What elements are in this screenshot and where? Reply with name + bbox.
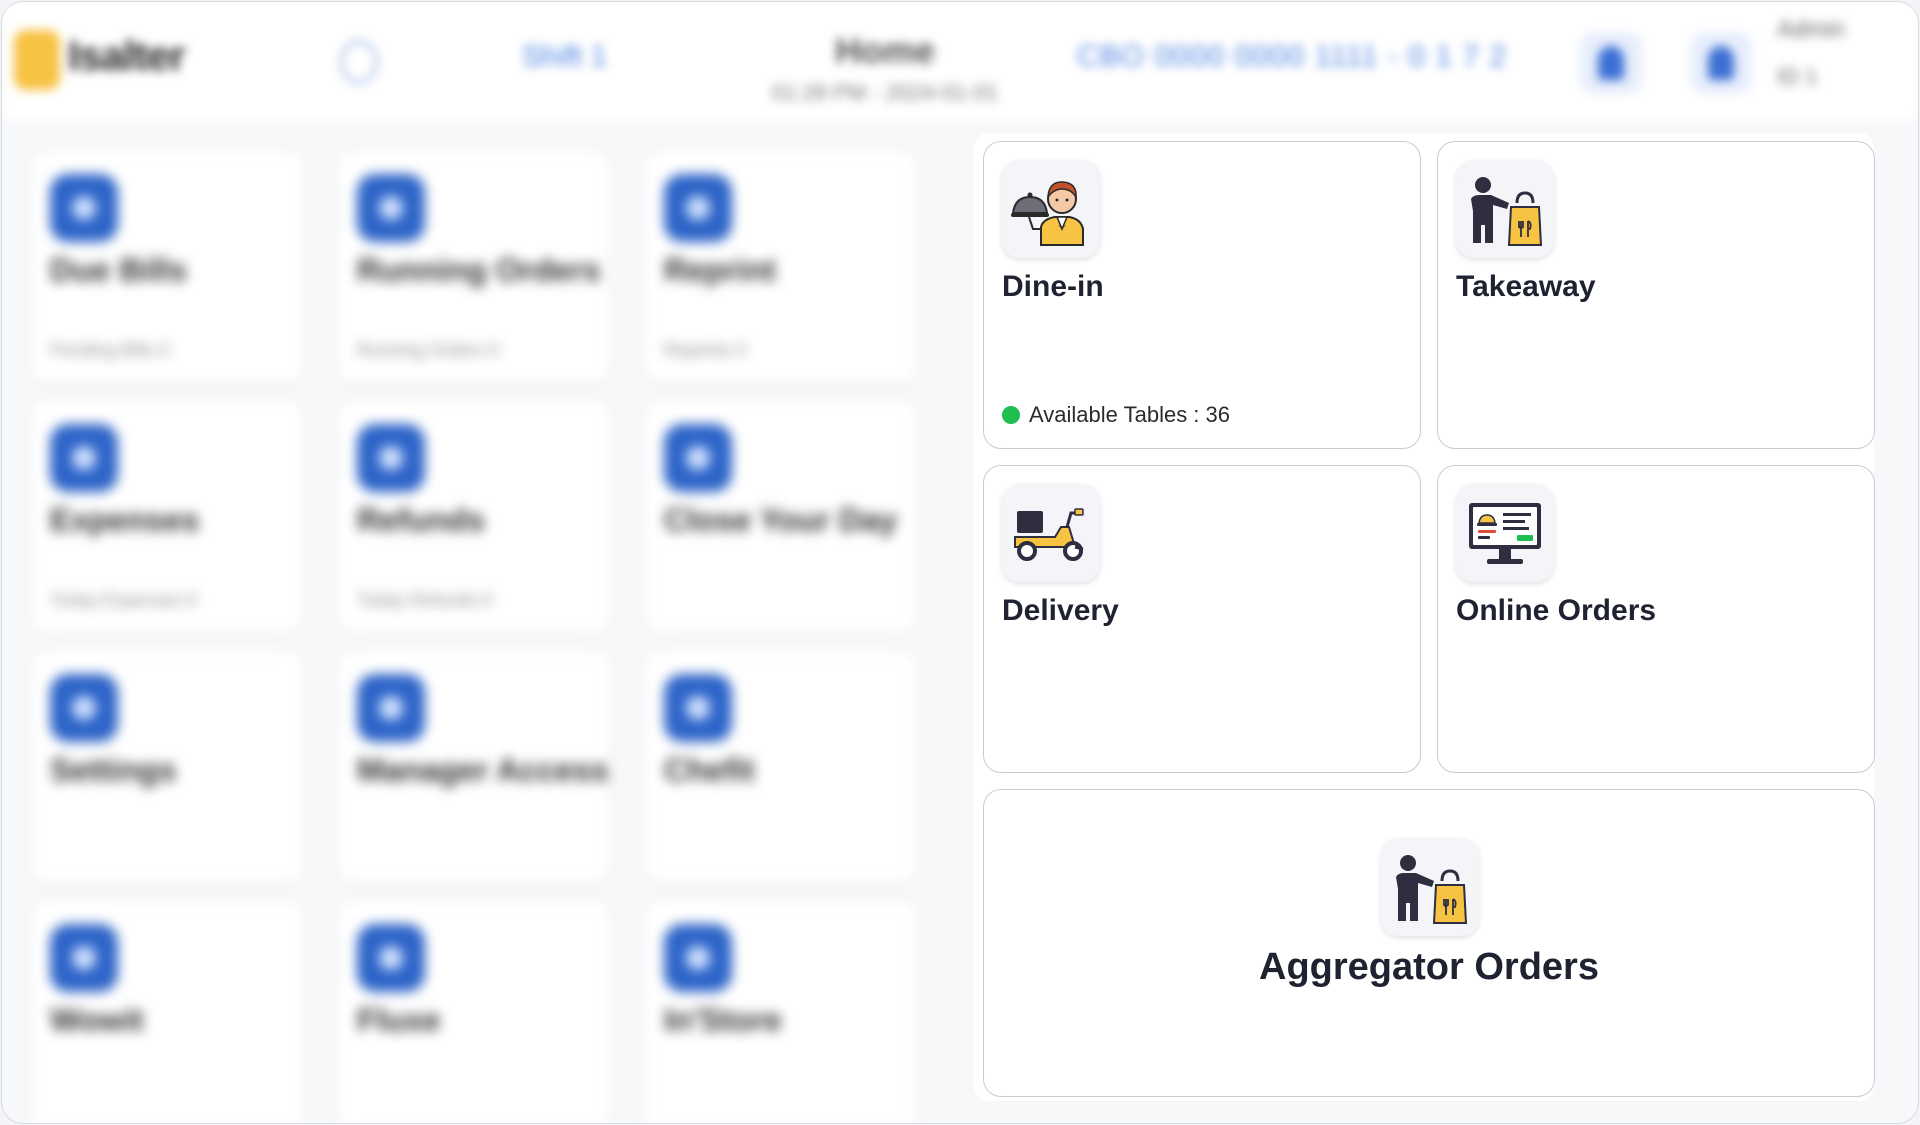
delivery-card[interactable]: Delivery — [983, 465, 1421, 773]
available-tables-status: Available Tables : 36 — [1002, 402, 1230, 428]
wallet-icon — [50, 424, 118, 492]
tile-running-orders[interactable]: Running Orders Running Orders 0 — [339, 152, 609, 382]
edit-button[interactable] — [1690, 32, 1752, 94]
takeaway-label: Takeaway — [1456, 270, 1596, 303]
status-dot-icon — [1002, 406, 1020, 424]
tile-manager-access[interactable]: Manager Access — [339, 652, 609, 882]
tile-due-bills[interactable]: Due Bills Pending Bills 0 — [32, 152, 302, 382]
tile-sub: Today Refunds 0 — [357, 590, 493, 610]
dashboard-grid: Due Bills Pending Bills 0 Running Orders… — [32, 152, 932, 1123]
user-role: ID 1 — [1777, 64, 1818, 89]
aggregator-orders-card[interactable]: Aggregator Orders — [983, 789, 1875, 1097]
online-orders-monitor-icon — [1456, 484, 1554, 582]
tile-label: Due Bills — [50, 252, 187, 288]
delivery-scooter-icon — [1002, 484, 1100, 582]
tile-refunds[interactable]: Refunds Today Refunds 0 — [339, 402, 609, 632]
waiter-icon — [1002, 160, 1100, 258]
order-type-panel: Dine-in Available Tables : 36 Takeaway D… — [974, 133, 1875, 1101]
online-orders-label: Online Orders — [1456, 594, 1657, 627]
takeaway-bag-icon — [1456, 160, 1554, 258]
tile-label: Manager Access — [357, 752, 609, 788]
orders-icon — [357, 174, 425, 242]
store-icon — [664, 924, 732, 992]
available-tables-text: Available Tables : 36 — [1029, 402, 1230, 427]
tile-settings[interactable]: Settings — [32, 652, 302, 882]
tile-label: Settings — [50, 752, 177, 788]
tile-reprint[interactable]: Reprint Reprints 0 — [646, 152, 916, 382]
datetime-text: 01:28 PM - 2024-01-01 — [771, 80, 999, 105]
tile-label: Wowit — [50, 1002, 144, 1038]
tile-fluxe[interactable]: Fluxe — [339, 902, 609, 1123]
tile-chefit[interactable]: Chefit — [646, 652, 916, 882]
tile-label: Refunds — [357, 502, 485, 538]
bill-icon — [50, 174, 118, 242]
app-icon — [357, 924, 425, 992]
tile-label: Running Orders — [357, 252, 601, 288]
calendar-icon — [664, 424, 732, 492]
tile-sub: Today Expenses 0 — [50, 590, 198, 610]
phone-icon — [50, 924, 118, 992]
user-name[interactable]: Admin — [1777, 16, 1845, 44]
delivery-label: Delivery — [1002, 594, 1119, 627]
takeaway-bag-icon — [1381, 838, 1479, 936]
notification-button[interactable] — [1580, 32, 1642, 94]
tile-sub: Reprints 0 — [664, 340, 747, 360]
tile-close-day[interactable]: Close Your Day — [646, 402, 916, 632]
dine-in-card[interactable]: Dine-in Available Tables : 36 — [983, 141, 1421, 449]
pen-icon — [1708, 46, 1734, 80]
printer-icon — [664, 174, 732, 242]
tile-label: Expenses — [50, 502, 200, 538]
bell-icon — [1598, 46, 1624, 80]
refund-icon — [357, 424, 425, 492]
takeaway-card[interactable]: Takeaway — [1437, 141, 1875, 449]
aggregator-orders-label: Aggregator Orders — [1259, 946, 1599, 988]
tile-sub: Running Orders 0 — [357, 340, 500, 360]
tile-expenses[interactable]: Expenses Today Expenses 0 — [32, 402, 302, 632]
tile-sub: Pending Bills 0 — [50, 340, 170, 360]
tile-label: In'Store — [664, 1002, 782, 1038]
tile-label: Chefit — [664, 752, 755, 788]
top-header: Isalter Shift 1 Home 01:28 PM - 2024-01-… — [2, 2, 1918, 120]
gear-icon — [50, 674, 118, 742]
terminal-code: CBO 0000 0000 1111 - 0 1 7 2 — [1077, 40, 1507, 73]
tile-wowit[interactable]: Wowit — [32, 902, 302, 1123]
tile-label: Fluxe — [357, 1002, 441, 1038]
tile-label: Close Your Day — [664, 502, 898, 538]
app-window: Isalter Shift 1 Home 01:28 PM - 2024-01-… — [1, 1, 1919, 1124]
online-orders-card[interactable]: Online Orders — [1437, 465, 1875, 773]
chef-icon — [664, 674, 732, 742]
tile-instore[interactable]: In'Store — [646, 902, 916, 1123]
key-icon — [357, 674, 425, 742]
dine-in-label: Dine-in — [1002, 270, 1104, 303]
tile-label: Reprint — [664, 252, 776, 288]
